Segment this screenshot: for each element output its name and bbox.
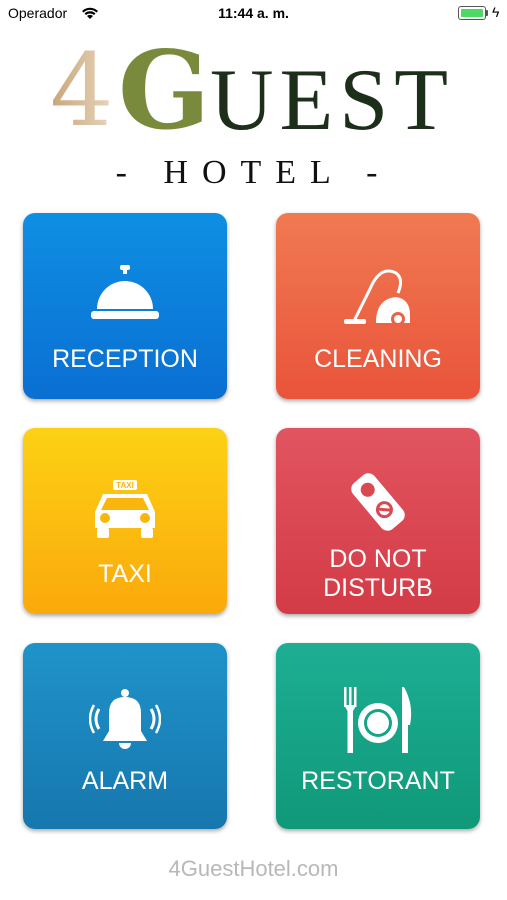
website-link[interactable]: 4GuestHotel.com: [0, 856, 507, 882]
taxi-label: TAXI: [98, 560, 152, 588]
bolt-icon: ϟ: [492, 4, 500, 20]
cleaning-button[interactable]: CLEANING: [276, 213, 480, 399]
battery-tip: [486, 10, 488, 16]
door-hanger-icon: [351, 473, 405, 531]
taxi-icon: TAXI: [95, 480, 155, 538]
svg-text:TAXI: TAXI: [116, 481, 134, 490]
restorant-label: RESTORANT: [301, 767, 455, 795]
vacuum-cleaner-icon: [344, 269, 410, 326]
alarm-label: ALARM: [81, 767, 169, 795]
logo-subtitle: - HOTEL -: [115, 154, 392, 191]
taxi-button[interactable]: TAXI TAXI: [23, 428, 227, 614]
restorant-button[interactable]: RESTORANT: [276, 643, 480, 829]
service-bell-icon: [91, 265, 159, 319]
reception-label: RECEPTION: [52, 345, 198, 373]
plate-cutlery-icon: [344, 687, 412, 753]
alarm-bell-icon: [89, 689, 161, 749]
clock: 11:44 a. m.: [218, 5, 289, 21]
status-bar: Operador 11:44 a. m. ϟ: [0, 0, 507, 28]
alarm-button[interactable]: ALARM: [23, 643, 227, 829]
dnd-label-line2: DISTURB: [323, 574, 433, 602]
battery-icon: [458, 6, 486, 20]
reception-button[interactable]: RECEPTION: [23, 213, 227, 399]
logo-uest: UEST: [210, 52, 454, 149]
hotel-logo: 4 G UEST: [0, 28, 507, 154]
do-not-disturb-button[interactable]: DO NOT DISTURB: [276, 428, 480, 614]
dnd-label-line1: DO NOT: [329, 545, 427, 573]
logo-g: G: [118, 28, 211, 154]
logo-four: 4: [50, 32, 114, 149]
cleaning-label: CLEANING: [314, 345, 442, 373]
